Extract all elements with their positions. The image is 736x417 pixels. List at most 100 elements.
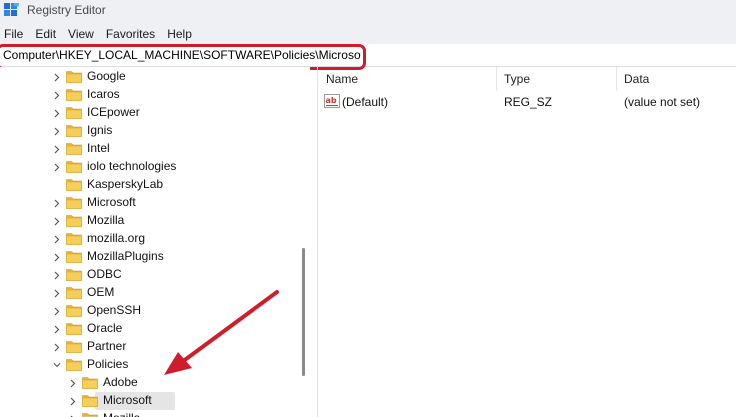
tree-item[interactable]: Oracle (0, 320, 300, 338)
tree-item-label: Oracle (87, 321, 123, 335)
tree-item[interactable]: Ignis (0, 122, 300, 140)
chevron-right-icon[interactable] (53, 194, 61, 212)
tree-item-label: Ignis (87, 123, 113, 137)
chevron-right-icon[interactable] (53, 86, 61, 104)
menu-edit[interactable]: Edit (30, 24, 63, 44)
tree-item[interactable]: ICEpower (0, 104, 300, 122)
value-type: REG_SZ (504, 95, 553, 109)
tree-item[interactable]: Icaros (0, 86, 300, 104)
string-value-icon: ab (324, 94, 340, 108)
tree-item-label: Partner (87, 339, 127, 353)
chevron-right-icon[interactable] (53, 68, 61, 86)
chevron-right-icon[interactable] (53, 284, 61, 302)
chevron-right-icon[interactable] (53, 122, 61, 140)
folder-icon (66, 107, 82, 119)
tree-item-label: ICEpower (87, 105, 140, 119)
tree-item-label: iolo technologies (87, 159, 177, 173)
chevron-right-icon[interactable] (53, 104, 61, 122)
folder-icon (66, 197, 82, 209)
chevron-right-icon[interactable] (53, 266, 61, 284)
folder-icon (66, 269, 82, 281)
tree-item[interactable]: Adobe (0, 374, 300, 392)
chevron-right-icon[interactable] (69, 374, 77, 392)
menu-favorites[interactable]: Favorites (101, 24, 162, 44)
tree-item-label: Policies (87, 357, 129, 371)
value-name: (Default) (342, 95, 389, 109)
tree-item[interactable]: mozilla.org (0, 230, 300, 248)
folder-icon (82, 395, 98, 407)
chevron-down-icon[interactable] (53, 356, 61, 374)
tree-item-label: KasperskyLab (87, 177, 164, 191)
folder-icon (66, 125, 82, 137)
tree-item[interactable]: OEM (0, 284, 300, 302)
tree-scrollbar-thumb[interactable] (302, 248, 305, 376)
tree-item[interactable]: iolo technologies (0, 158, 300, 176)
tree-item[interactable]: Google (0, 68, 300, 86)
folder-icon (66, 251, 82, 263)
chevron-right-icon[interactable] (53, 140, 61, 158)
tree-item[interactable]: Partner (0, 338, 300, 356)
folder-icon (66, 89, 82, 101)
address-bar (0, 44, 736, 70)
value-data: (value not set) (624, 95, 701, 109)
folder-icon (66, 215, 82, 227)
tree-item-label: Microsoft (87, 195, 136, 209)
tree-item-label: Mozilla (87, 213, 125, 227)
tree-item-label: OpenSSH (87, 303, 142, 317)
column-separator[interactable] (496, 67, 497, 91)
tree-item-label: MozillaPlugins (87, 249, 164, 263)
chevron-right-icon[interactable] (53, 248, 61, 266)
tree-item-selected[interactable]: Microsoft (0, 392, 300, 410)
folder-icon (66, 323, 82, 335)
chevron-right-icon[interactable] (69, 392, 77, 410)
tree-item[interactable]: KasperskyLab (0, 176, 300, 194)
column-header-name[interactable]: Name (326, 67, 358, 91)
chevron-right-icon[interactable] (53, 212, 61, 230)
folder-icon (66, 359, 82, 371)
key-tree-pane[interactable]: Google Icaros ICEpower Ignis Intel iolo techn… (0, 67, 310, 417)
folder-icon (82, 377, 98, 389)
tree-item[interactable]: OpenSSH (0, 302, 300, 320)
tree-item-label: ODBC (87, 267, 122, 281)
tree-item-label: Google (87, 69, 126, 83)
chevron-right-icon[interactable] (53, 158, 61, 176)
folder-icon (66, 161, 82, 173)
chevron-right-icon[interactable] (53, 230, 61, 248)
tree-item-label: Adobe (103, 375, 138, 389)
chevron-right-icon[interactable] (53, 302, 61, 320)
tree-item-label: Mozilla (103, 411, 140, 417)
tree-item[interactable]: Policies (0, 356, 300, 374)
tree-item[interactable]: Mozilla (0, 410, 300, 417)
menu-view[interactable]: View (63, 24, 101, 44)
tree-item-label: Icaros (87, 87, 120, 101)
folder-icon (66, 305, 82, 317)
tree-item[interactable]: Intel (0, 140, 300, 158)
window-title: Registry Editor (27, 3, 106, 17)
column-header-type[interactable]: Type (504, 67, 530, 91)
svg-text:ab: ab (326, 96, 337, 105)
tree-item-label: Microsoft (103, 393, 152, 407)
folder-icon (66, 233, 82, 245)
column-separator[interactable] (616, 67, 617, 91)
menu-file[interactable]: File (0, 24, 30, 44)
tree-item[interactable]: Mozilla (0, 212, 300, 230)
column-header-data[interactable]: Data (624, 67, 649, 91)
folder-icon (66, 179, 82, 191)
title-bar: Registry Editor (0, 0, 736, 24)
chevron-right-icon[interactable] (53, 338, 61, 356)
tree-item[interactable]: Microsoft (0, 194, 300, 212)
address-input[interactable] (0, 45, 361, 65)
folder-icon (66, 71, 82, 83)
menu-bar: File Edit View Favorites Help (0, 24, 736, 44)
values-list-pane[interactable]: Name Type Data ab (Default) REG_SZ (valu… (318, 67, 736, 417)
tree-item[interactable]: ODBC (0, 266, 300, 284)
tree-item-label: mozilla.org (87, 231, 146, 245)
tree-item-label: OEM (87, 285, 115, 299)
menu-help[interactable]: Help (162, 24, 199, 44)
chevron-right-icon[interactable] (53, 320, 61, 338)
folder-icon (82, 413, 98, 417)
folder-icon (66, 287, 82, 299)
chevron-right-icon[interactable] (69, 410, 77, 417)
tree-item[interactable]: MozillaPlugins (0, 248, 300, 266)
folder-icon (66, 341, 82, 353)
